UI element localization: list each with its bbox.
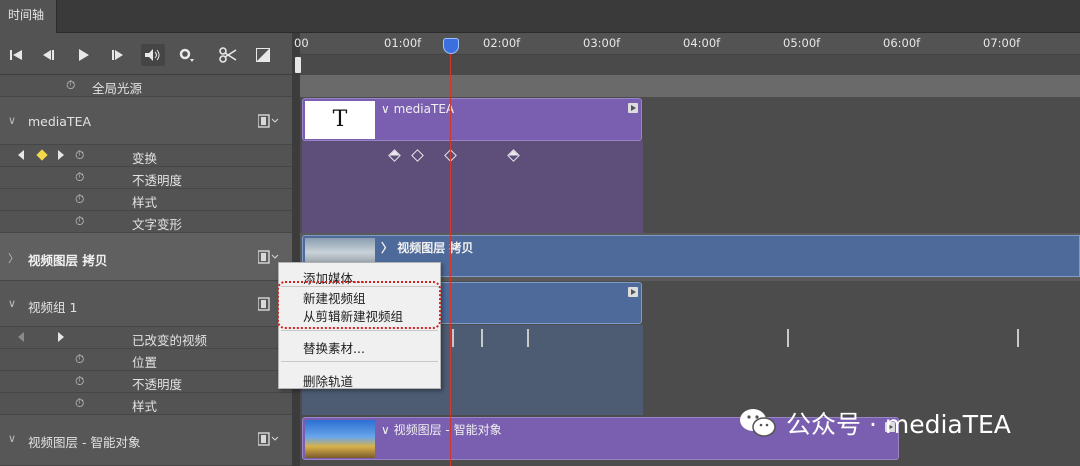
panel-divider[interactable] bbox=[292, 33, 300, 466]
tab-bar bbox=[0, 0, 1080, 33]
track-name-smart-video: 视频图层 - 智能对象 bbox=[28, 435, 141, 450]
prop-row-style-2: ⏱ 样式 bbox=[0, 393, 292, 415]
watermark: 公众号 · mediaTEA bbox=[738, 405, 1011, 441]
ruler-tick-label: 07:00f bbox=[983, 36, 1021, 50]
menu-separator bbox=[281, 361, 438, 362]
global-light-label: 全局光源 bbox=[92, 81, 143, 96]
collapse-chevron-icon[interactable]: ∨ bbox=[8, 432, 16, 445]
prev-keyframe-icon[interactable] bbox=[18, 150, 24, 160]
ruler-tick-label: 03:00f bbox=[583, 36, 621, 50]
prop-label: 文字变形 bbox=[132, 217, 183, 232]
menu-separator bbox=[281, 330, 438, 331]
lane-mediatea-props bbox=[302, 141, 643, 233]
prop-label: 不透明度 bbox=[132, 377, 183, 392]
clip-mediatea[interactable]: T ∨ mediaTEA bbox=[302, 98, 642, 141]
ruler-tick-label: 00 bbox=[294, 36, 309, 50]
video-change-marker[interactable] bbox=[452, 329, 454, 347]
playhead-line bbox=[450, 38, 451, 466]
video-change-marker[interactable] bbox=[1017, 329, 1019, 347]
next-keyframe-icon[interactable] bbox=[58, 150, 64, 160]
video-change-marker[interactable] bbox=[481, 329, 483, 347]
stopwatch-icon[interactable]: ⏱ bbox=[75, 396, 84, 411]
track-video-copy[interactable]: 〉 视频图层 拷贝 bbox=[0, 233, 292, 281]
ruler-tick-label: 01:00f bbox=[384, 36, 422, 50]
transition-icon[interactable] bbox=[251, 44, 275, 66]
clip-name: ∨ mediaTEA bbox=[381, 102, 455, 116]
keyframe-diamond-icon[interactable] bbox=[36, 149, 48, 161]
expand-chevron-icon[interactable]: 〉 bbox=[8, 250, 19, 266]
ruler-tick-label: 04:00f bbox=[683, 36, 721, 50]
work-area-bar[interactable] bbox=[300, 55, 1080, 75]
settings-icon[interactable] bbox=[175, 44, 199, 66]
track-video-group[interactable]: ∨ 视频组 1 bbox=[0, 281, 292, 327]
clip-name: 〉 视频图层 拷贝 bbox=[381, 241, 474, 255]
work-area-start-handle[interactable] bbox=[295, 57, 301, 73]
watermark-text: 公众号 · mediaTEA bbox=[786, 410, 1011, 439]
collapse-chevron-icon[interactable]: ∨ bbox=[8, 114, 16, 127]
prop-row-position: ⏱ 位置 bbox=[0, 349, 292, 371]
track-mediatea[interactable]: ∨ mediaTEA bbox=[0, 97, 292, 145]
prop-row-changed-video: 已改变的视频 bbox=[0, 327, 292, 349]
ruler-tick-label: 05:00f bbox=[783, 36, 821, 50]
video-change-marker[interactable] bbox=[527, 329, 529, 347]
clip-name: ∨ 视频图层 - 智能对象 bbox=[381, 423, 502, 437]
collapse-chevron-icon[interactable]: ∨ bbox=[8, 297, 16, 310]
stopwatch-icon[interactable]: ⏱ bbox=[75, 192, 84, 207]
text-layer-thumbnail: T bbox=[305, 101, 375, 139]
prop-row-opacity: ⏱ 不透明度 bbox=[0, 167, 292, 189]
next-keyframe-icon[interactable] bbox=[58, 332, 64, 342]
prop-label: 样式 bbox=[132, 399, 158, 414]
prop-label: 位置 bbox=[132, 355, 158, 370]
global-light-row: ⏱ 全局光源 bbox=[0, 75, 292, 97]
stopwatch-icon[interactable]: ⏱ bbox=[75, 374, 84, 389]
ruler-tick-label: 02:00f bbox=[483, 36, 521, 50]
track-smart-video[interactable]: ∨ 视频图层 - 智能对象 bbox=[0, 415, 292, 466]
track-name-video-copy: 视频图层 拷贝 bbox=[28, 253, 108, 268]
clip-end-icon[interactable] bbox=[628, 287, 638, 297]
wechat-logo-icon bbox=[740, 409, 776, 437]
stopwatch-icon[interactable]: ⏱ bbox=[66, 78, 75, 93]
ruler-tick-label: 06:00f bbox=[883, 36, 921, 50]
film-menu-icon[interactable] bbox=[257, 432, 279, 446]
track-name-mediatea: mediaTEA bbox=[28, 114, 92, 129]
film-menu-icon[interactable] bbox=[257, 114, 279, 128]
film-menu-icon[interactable] bbox=[257, 297, 274, 311]
prop-label: 不透明度 bbox=[132, 173, 183, 188]
playhead-handle[interactable] bbox=[443, 38, 459, 54]
track-name-video-group: 视频组 1 bbox=[28, 300, 78, 315]
next-frame-icon[interactable] bbox=[106, 44, 130, 66]
prop-label: 变换 bbox=[132, 151, 158, 166]
prop-label: 已改变的视频 bbox=[132, 333, 208, 348]
video-change-marker[interactable] bbox=[787, 329, 789, 347]
prev-keyframe-icon[interactable] bbox=[18, 332, 24, 342]
stopwatch-icon[interactable]: ⏱ bbox=[75, 148, 84, 163]
film-menu-icon[interactable] bbox=[257, 250, 279, 264]
stopwatch-icon[interactable]: ⏱ bbox=[75, 170, 84, 185]
go-to-first-frame-icon[interactable] bbox=[4, 44, 28, 66]
play-icon[interactable] bbox=[72, 44, 96, 66]
global-light-lane bbox=[300, 75, 1080, 97]
prop-row-opacity-2: ⏱ 不透明度 bbox=[0, 371, 292, 393]
tab-timeline[interactable]: 时间轴 bbox=[0, 0, 57, 33]
audio-icon[interactable] bbox=[141, 44, 165, 66]
prop-row-style: ⏱ 样式 bbox=[0, 189, 292, 211]
menu-item-delete-track[interactable]: 删除轨道 bbox=[303, 371, 353, 390]
split-clip-icon[interactable] bbox=[216, 44, 240, 66]
menu-item-replace-footage[interactable]: 替换素材... bbox=[303, 338, 365, 357]
previous-frame-icon[interactable] bbox=[36, 44, 60, 66]
stopwatch-icon[interactable]: ⏱ bbox=[75, 214, 84, 229]
prop-row-transform: ⏱ 变换 bbox=[0, 145, 292, 167]
highlight-annotation bbox=[277, 281, 441, 329]
clip-end-icon[interactable] bbox=[628, 103, 638, 113]
stopwatch-icon[interactable]: ⏱ bbox=[75, 352, 84, 367]
video-thumbnail bbox=[305, 420, 375, 458]
prop-row-text-warp: ⏱ 文字变形 bbox=[0, 211, 292, 233]
prop-label: 样式 bbox=[132, 195, 158, 210]
